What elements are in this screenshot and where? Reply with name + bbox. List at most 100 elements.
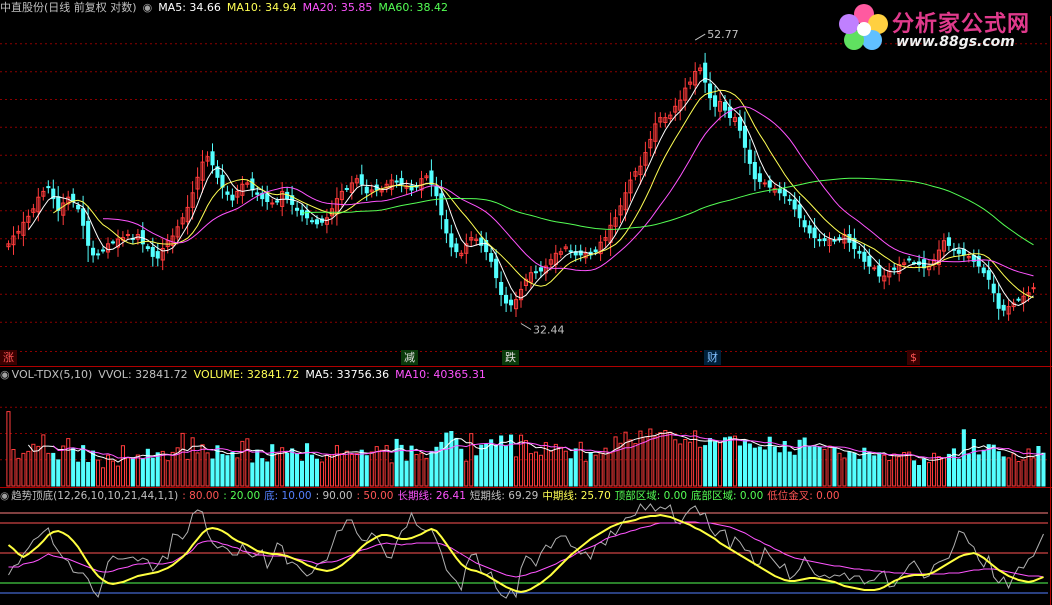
stock-chart[interactable]: 52.77 32.44	[0, 0, 1052, 605]
candle-body	[862, 251, 867, 262]
volume-bar	[115, 465, 121, 487]
candle-body	[394, 180, 399, 183]
volume-bar	[255, 449, 260, 487]
site-logo: 分析家公式网 www.88gs.com	[836, 2, 1046, 54]
candle-body	[757, 173, 762, 182]
vol-ma5-label: MA5: 33756.36	[305, 368, 390, 381]
candle-body	[46, 186, 51, 189]
volume-bar	[1041, 452, 1046, 487]
volume-bar	[295, 453, 300, 487]
volume-bar	[976, 454, 981, 487]
annotation-arrow	[694, 33, 706, 41]
volume-bar	[215, 445, 220, 487]
candle-body	[752, 162, 757, 180]
volume-bar	[409, 445, 414, 487]
candle-body	[344, 188, 349, 190]
candle-body	[429, 170, 434, 185]
volume-bar	[339, 453, 344, 487]
volume-bar	[573, 448, 578, 487]
candle-body	[872, 267, 877, 270]
volume-bar	[170, 451, 175, 487]
volume-bar	[638, 430, 643, 487]
volume-bar	[927, 462, 932, 487]
volume-bar	[563, 450, 568, 487]
candle-body	[877, 265, 882, 277]
volume-bar	[663, 430, 668, 487]
volume-bar	[946, 453, 952, 487]
volume-bar	[300, 460, 305, 487]
volume-bar	[568, 458, 573, 487]
volume-bar	[683, 439, 688, 487]
volume-bar	[737, 445, 743, 487]
volume-bar	[165, 460, 170, 487]
volume-bar	[86, 462, 91, 487]
event-marker-cai[interactable]: 财	[704, 350, 721, 365]
volume-bar	[857, 458, 862, 487]
event-marker-die[interactable]: 跌	[502, 350, 519, 365]
volume-bar	[6, 411, 11, 487]
volume-bar	[419, 452, 424, 487]
candle-body	[295, 207, 300, 211]
volume-bar	[265, 461, 270, 487]
candle-body	[991, 283, 996, 294]
volume-bar	[708, 438, 713, 487]
event-marker-zhang[interactable]: 涨	[0, 350, 17, 365]
price-low-label: 32.44	[533, 324, 565, 337]
volume-bar	[598, 452, 603, 487]
volume-bar	[688, 441, 693, 487]
volume-bars	[6, 411, 1046, 487]
volume-bar	[96, 459, 101, 487]
volume-bar	[344, 450, 349, 487]
volume-bar	[110, 460, 116, 487]
volume-bar	[364, 455, 369, 487]
volume-bar	[51, 452, 56, 487]
volume-bar	[220, 454, 225, 487]
candle-body	[737, 117, 743, 131]
volume-bar	[613, 436, 618, 487]
volume-bar	[892, 453, 897, 487]
candle-body	[956, 249, 961, 254]
price-header: 中直股份(日线 前复权 对数) ◉ MA5: 34.66 MA10: 34.94 MA2…	[0, 0, 454, 16]
volume-bar	[334, 445, 339, 487]
bottom-level-label: 底: 10.00	[264, 490, 312, 502]
volume-bar	[41, 434, 46, 487]
candle-body	[210, 151, 215, 166]
volume-bar	[678, 443, 683, 487]
event-marker-jian[interactable]: 减	[401, 350, 418, 365]
volume-bar	[150, 457, 155, 487]
ma5-label: MA5: 34.66	[158, 1, 221, 14]
volume-bar	[782, 441, 787, 487]
volume-bar	[583, 460, 588, 487]
volume-bar	[250, 462, 255, 487]
mid-line-label: 中期线: 25.70	[542, 490, 611, 502]
candle-body	[96, 253, 101, 256]
indicator-settings-icon[interactable]: ◉	[0, 490, 9, 502]
candle-body	[509, 299, 514, 306]
golden-cross-label: 低位金叉: 0.00	[767, 490, 840, 502]
candle-body	[359, 174, 364, 185]
volume-bar	[190, 437, 195, 487]
volume-bar	[66, 438, 71, 487]
volume-bar	[703, 445, 708, 487]
event-marker-dollar[interactable]: $	[907, 350, 920, 365]
candle-body	[145, 246, 150, 249]
candle-body	[986, 270, 991, 280]
volume-bar	[509, 434, 514, 487]
volume-bar	[787, 451, 792, 487]
volume-settings-icon[interactable]: ◉	[0, 368, 10, 381]
price-high-label: 52.77	[707, 28, 739, 41]
volume-bar	[912, 460, 917, 487]
volume-bar	[61, 445, 66, 487]
settings-icon[interactable]: ◉	[143, 1, 153, 14]
candle-body	[538, 267, 544, 272]
price-candles	[6, 52, 1036, 321]
candle-body	[907, 258, 912, 261]
candle-body	[305, 210, 310, 219]
volume-bar	[956, 458, 961, 487]
level-90-label: : 90.00	[315, 490, 353, 502]
volume-bar	[71, 448, 76, 487]
ma10-label: MA10: 34.94	[226, 1, 297, 14]
volume-bar	[812, 446, 817, 487]
candle-body	[822, 238, 827, 242]
volume-bar	[260, 458, 265, 487]
